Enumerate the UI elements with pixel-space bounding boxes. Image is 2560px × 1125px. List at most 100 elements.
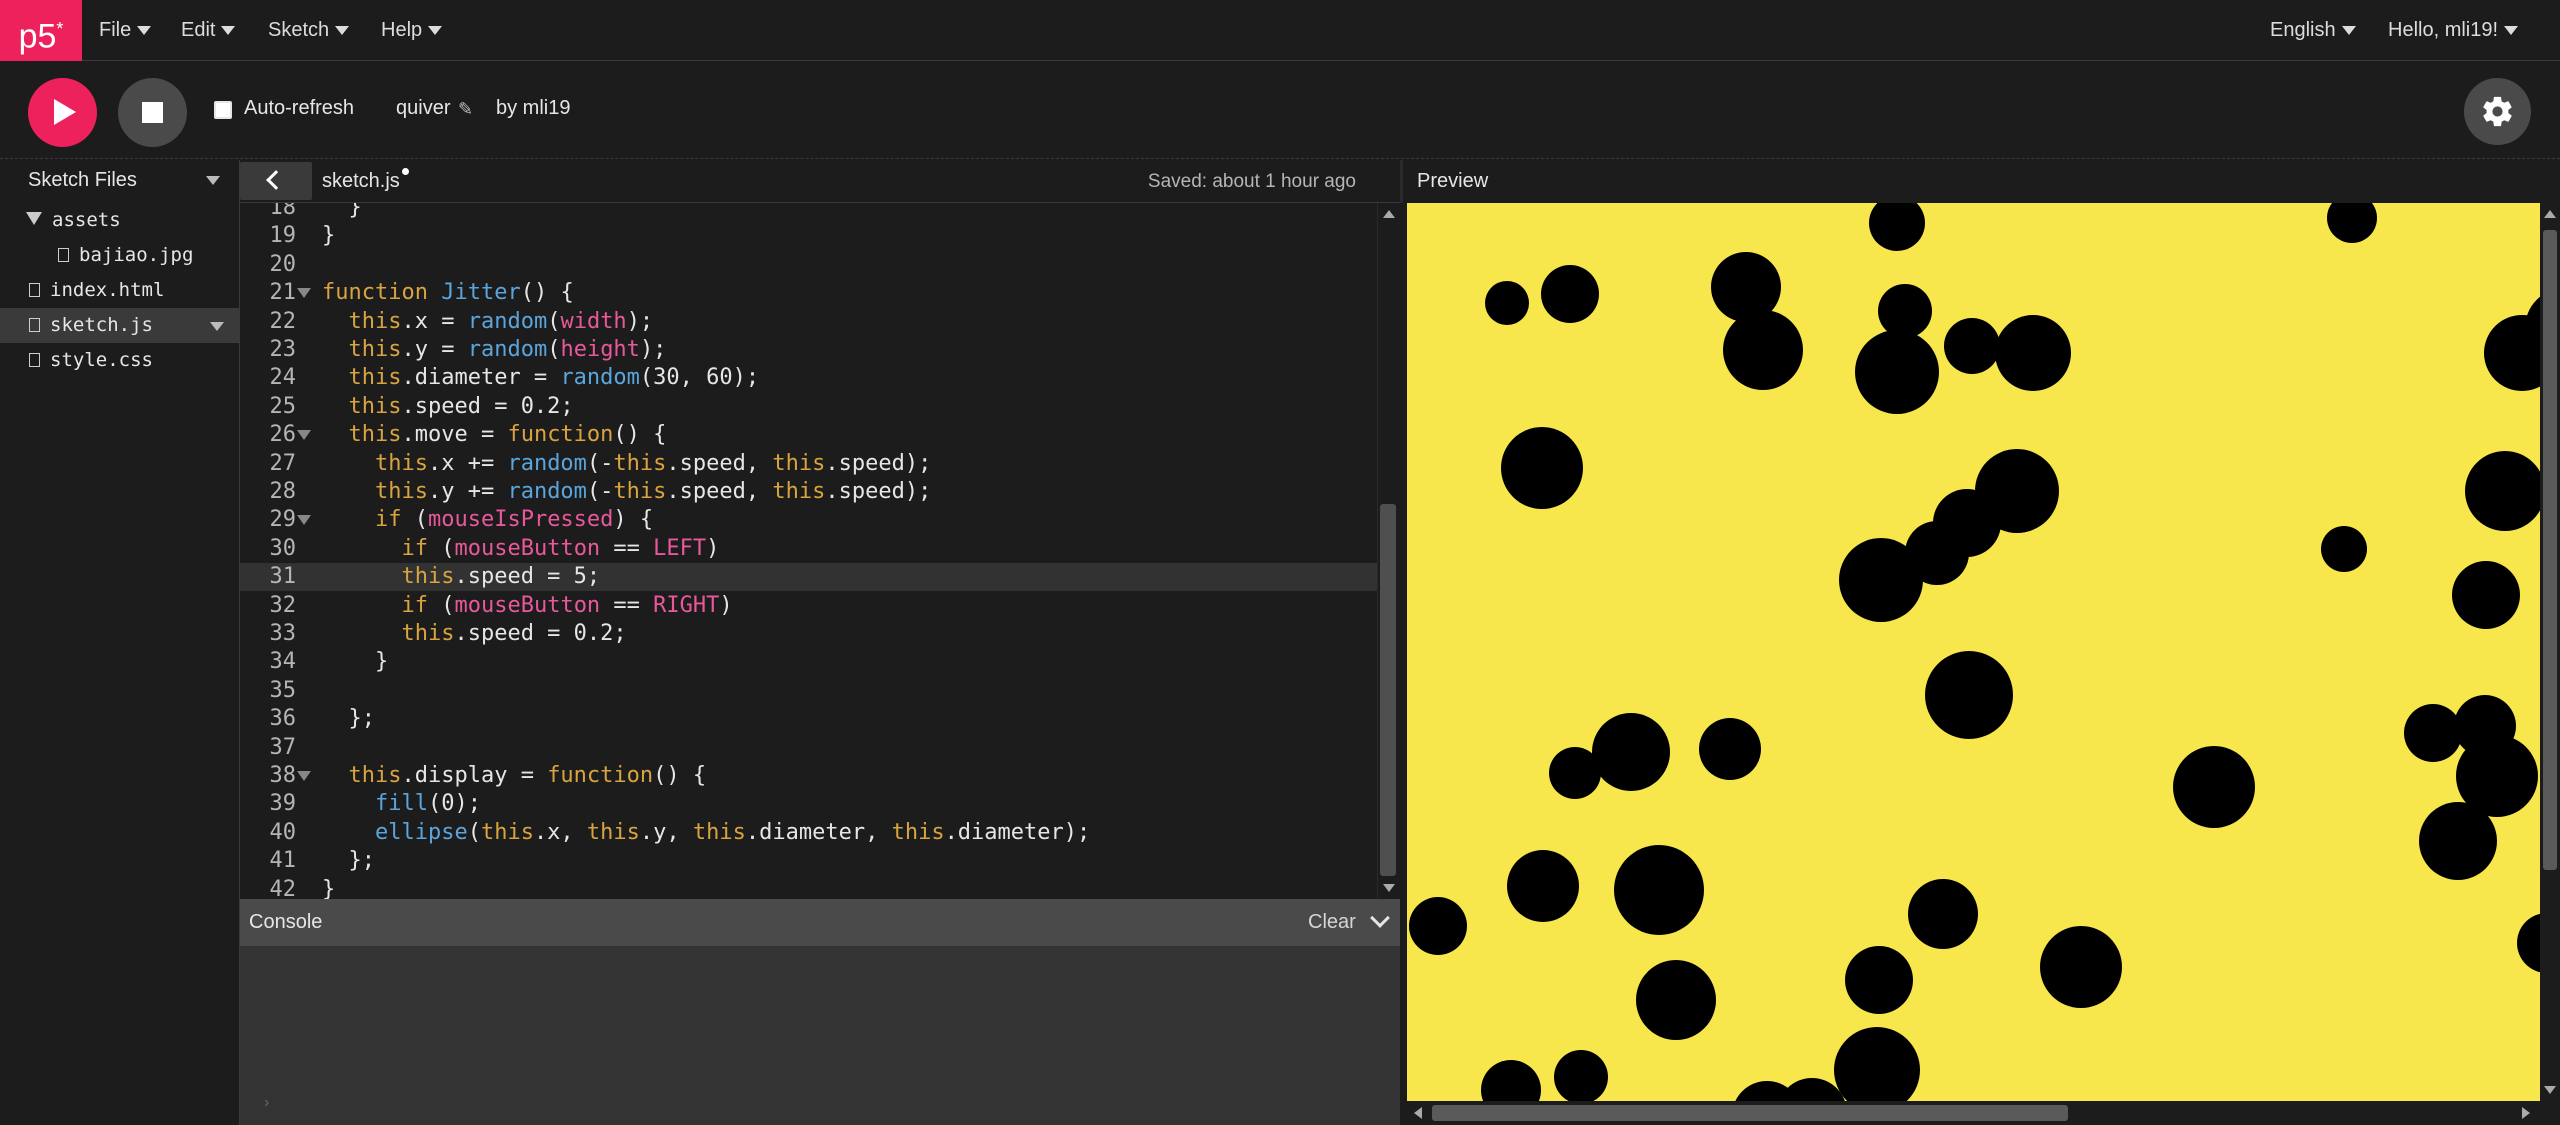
code-line[interactable]: 31 this.speed = 5; xyxy=(240,563,1377,592)
chevron-down-icon[interactable] xyxy=(206,176,220,185)
code-line[interactable]: 42} xyxy=(240,876,1377,899)
code-line[interactable]: 37 xyxy=(240,734,1377,762)
sidebar-item-sketch-js[interactable]: sketch.js xyxy=(0,308,240,343)
line-number: 20 xyxy=(269,251,297,277)
code-line[interactable]: 19} xyxy=(240,222,1377,250)
stop-icon xyxy=(142,102,163,123)
auto-refresh-label[interactable]: Auto-refresh xyxy=(244,97,354,120)
console-output[interactable]: › xyxy=(240,946,1400,1125)
sketch-name[interactable]: quiver xyxy=(396,97,450,120)
preview-horizontal-scrollbar-thumb[interactable] xyxy=(1432,1105,2068,1121)
chevron-down-icon[interactable] xyxy=(1370,908,1390,928)
pencil-icon[interactable]: ✎ xyxy=(458,99,473,120)
code-editor[interactable]: 18 } 19} 20 21 function Jitter() {22 this.x … xyxy=(240,203,1377,899)
code-text: this.diameter = random(30, 60); xyxy=(348,365,760,391)
scroll-right-icon[interactable] xyxy=(2522,1107,2530,1119)
code-line[interactable]: 21 function Jitter() { xyxy=(240,279,1377,307)
preview-vertical-scrollbar-thumb[interactable] xyxy=(2543,230,2557,870)
scroll-left-icon[interactable] xyxy=(1414,1107,1422,1119)
menu-edit[interactable]: Edit xyxy=(181,0,236,61)
settings-button[interactable] xyxy=(2464,78,2531,145)
code-text: if (mouseButton == LEFT) xyxy=(401,535,720,561)
scroll-down-icon[interactable] xyxy=(2544,1086,2556,1094)
code-line[interactable]: 35 xyxy=(240,677,1377,705)
line-number: 30 xyxy=(269,535,297,561)
jitter-dot xyxy=(1501,427,1583,509)
collapse-sidebar-button[interactable] xyxy=(240,162,312,200)
code-line[interactable]: 39 fill(0); xyxy=(240,790,1377,818)
chevron-down-icon xyxy=(137,26,152,36)
sidebar-item-index-html[interactable]: index.html xyxy=(0,273,240,308)
play-button[interactable] xyxy=(28,78,97,147)
jitter-dot xyxy=(2465,451,2540,531)
jitter-dot xyxy=(1699,718,1761,780)
jitter-dot xyxy=(2173,746,2255,828)
fold-toggle-icon[interactable] xyxy=(297,515,311,526)
code-line[interactable]: 33 this.speed = 0.2; xyxy=(240,620,1377,648)
code-line[interactable]: 28 this.y += random(-this.speed, this.sp… xyxy=(240,478,1377,506)
code-line[interactable]: 22 this.x = random(width); xyxy=(240,308,1377,336)
code-line[interactable]: 23 this.y = random(height); xyxy=(240,336,1377,364)
code-line[interactable]: 24 this.diameter = random(30, 60); xyxy=(240,364,1377,392)
sketch-output[interactable] xyxy=(1407,203,2540,1101)
code-line[interactable]: 40 ellipse(this.x, this.y, this.diameter… xyxy=(240,819,1377,847)
file-options-icon[interactable] xyxy=(210,322,224,331)
jitter-dot xyxy=(1554,1050,1608,1101)
jitter-dot xyxy=(2321,526,2367,572)
file-label: assets xyxy=(52,209,121,231)
jitter-dot xyxy=(1878,284,1932,338)
code-line[interactable]: 34 } xyxy=(240,648,1377,676)
chevron-left-icon xyxy=(266,170,286,190)
user-menu[interactable]: Hello, mli19! xyxy=(2388,0,2519,61)
scroll-up-icon[interactable] xyxy=(1383,210,1395,218)
code-line[interactable]: 38 this.display = function() { xyxy=(240,762,1377,790)
editor-header: sketch.js Saved: about 1 hour ago xyxy=(240,160,1400,203)
menu-help[interactable]: Help xyxy=(381,0,443,61)
console-clear-button[interactable]: Clear xyxy=(1308,899,1356,946)
scroll-down-icon[interactable] xyxy=(1383,884,1395,892)
fold-toggle-icon[interactable] xyxy=(297,430,311,441)
code-text: this.x = random(width); xyxy=(348,308,654,334)
file-label: style.css xyxy=(50,349,153,371)
gear-icon xyxy=(2483,96,2512,127)
menu-sketch[interactable]: Sketch xyxy=(268,0,350,61)
code-line[interactable]: 25 this.speed = 0.2; xyxy=(240,393,1377,421)
file-icon xyxy=(58,248,69,262)
code-line[interactable]: 27 this.x += random(-this.speed, this.sp… xyxy=(240,450,1377,478)
code-line[interactable]: 36 }; xyxy=(240,705,1377,733)
folder-open-icon[interactable] xyxy=(26,212,42,225)
sidebar-item-style-css[interactable]: style.css xyxy=(0,343,240,378)
code-line[interactable]: 18 } xyxy=(240,203,1377,222)
fold-toggle-icon[interactable] xyxy=(297,288,311,299)
line-number: 19 xyxy=(269,223,297,249)
code-line[interactable]: 20 xyxy=(240,251,1377,279)
code-line[interactable]: 26 this.move = function() { xyxy=(240,421,1377,449)
code-line[interactable]: 30 if (mouseButton == LEFT) xyxy=(240,535,1377,563)
scroll-up-icon[interactable] xyxy=(2544,210,2556,218)
chevron-down-icon xyxy=(335,26,350,36)
code-text: ellipse(this.x, this.y, this.diameter, t… xyxy=(374,819,1091,845)
jitter-dot xyxy=(1481,1060,1541,1101)
editor-scrollbar-thumb[interactable] xyxy=(1380,504,1396,876)
menu-file[interactable]: File xyxy=(99,0,152,61)
sidebar-item-assets[interactable]: assets xyxy=(0,203,240,238)
line-number: 36 xyxy=(269,706,297,732)
console-prompt[interactable]: › xyxy=(264,1094,269,1112)
code-text: this.y = random(height); xyxy=(348,337,667,362)
chevron-down-icon xyxy=(2504,26,2519,36)
language-menu[interactable]: English xyxy=(2270,0,2356,61)
stop-button[interactable] xyxy=(118,78,187,147)
tab-sketch-js[interactable]: sketch.js xyxy=(322,160,409,203)
p5-logo[interactable]: p5* xyxy=(0,0,82,61)
jitter-dot xyxy=(1925,651,2013,739)
code-line[interactable]: 32 if (mouseButton == RIGHT) xyxy=(240,592,1377,620)
fold-toggle-icon[interactable] xyxy=(297,771,311,781)
jitter-dot xyxy=(1507,850,1579,922)
code-line[interactable]: 41 }; xyxy=(240,847,1377,875)
sidebar-item-bajiao[interactable]: bajiao.jpg xyxy=(0,238,240,273)
code-line[interactable]: 29 if (mouseIsPressed) { xyxy=(240,506,1377,534)
auto-refresh-checkbox[interactable] xyxy=(214,101,232,119)
sidebar-header[interactable]: Sketch Files xyxy=(0,160,240,200)
preview-canvas[interactable] xyxy=(1407,203,2540,1101)
code-text: this.y += random(-this.speed, this.speed… xyxy=(374,479,932,504)
